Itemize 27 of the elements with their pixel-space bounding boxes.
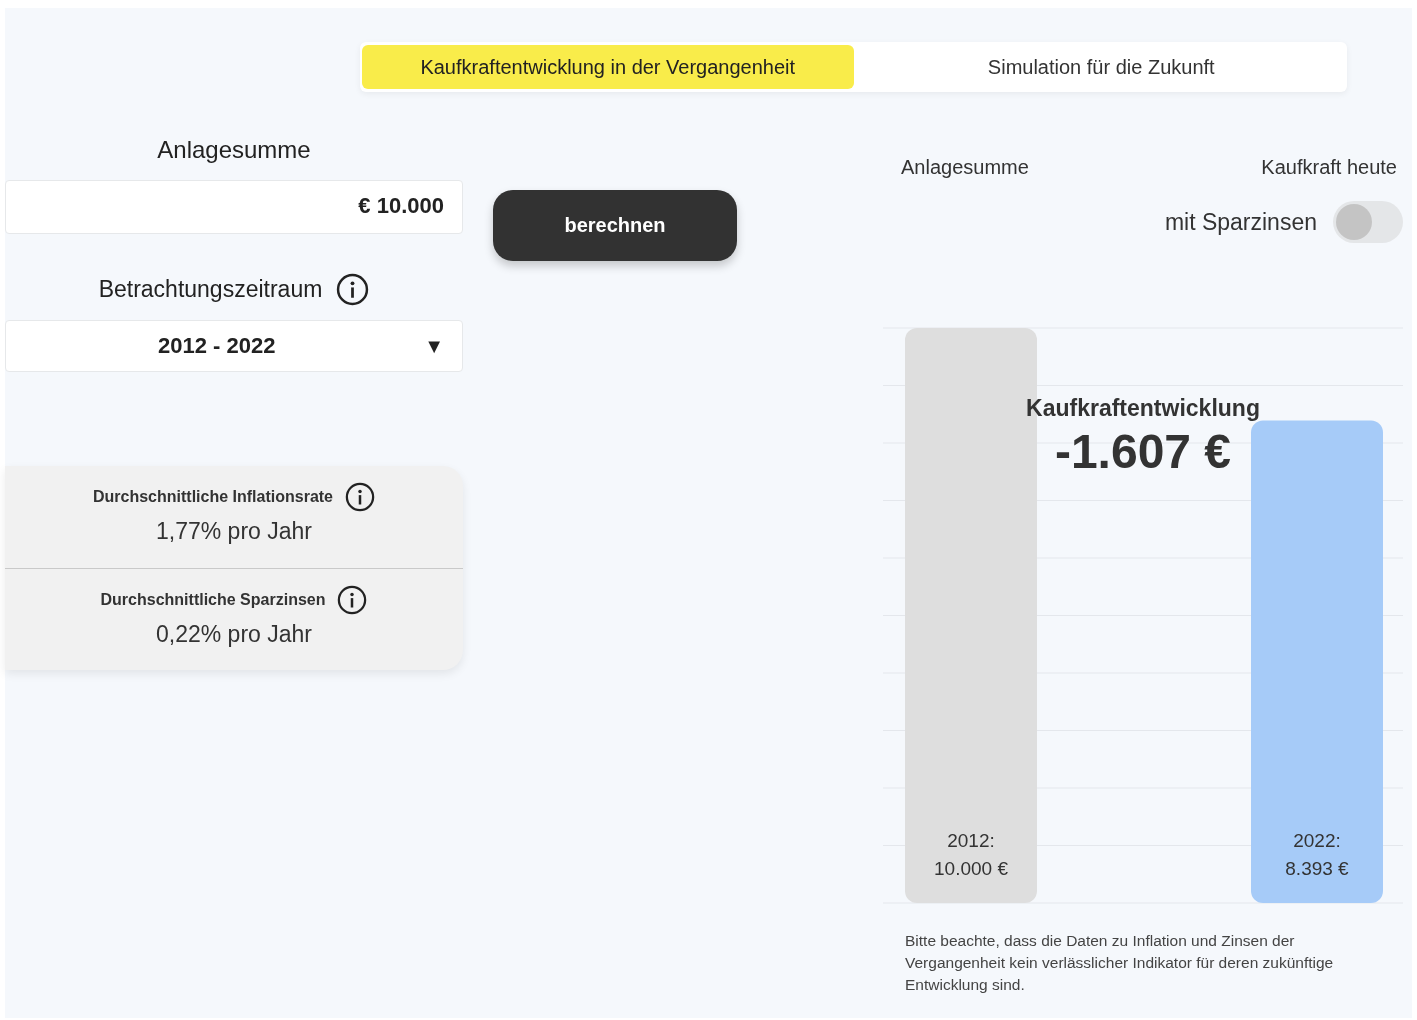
calculate-button[interactable]: berechnen: [493, 190, 737, 261]
bar-year-label: 2012: [947, 830, 990, 851]
info-icon[interactable]: [345, 482, 375, 512]
stat-value: 0,22% pro Jahr: [155, 621, 313, 648]
info-icon[interactable]: [337, 585, 368, 615]
result-title: Kaufkraftentwicklung: [1025, 395, 1261, 422]
label-colon: :: [1335, 830, 1341, 851]
column-label: Kaufkraft heute: [1261, 156, 1397, 179]
bar-value-label: 10.000 €: [933, 857, 1009, 881]
tab[interactable]: Simulation für die Zukunft: [855, 45, 1347, 89]
field-label: Betrachtungszeitraum: [98, 275, 323, 303]
tab[interactable]: Kaufkraftentwicklung in der Vergangenheit: [362, 45, 854, 89]
period-dropdown[interactable]: 2012 - 2022 ▼: [5, 320, 463, 372]
field-label: Anlagesumme: [156, 136, 312, 165]
disclaimer-text: Bitte beachte, dass die Daten zu Inflation und Zinsen der Vergangenheit kein verlässlicher Indikator für deren zukünftige Entwicklung sind.: [905, 931, 1335, 995]
result-value: -1.607 €: [1053, 424, 1233, 479]
label-colon: :: [989, 830, 995, 851]
toggle-label: mit Sparzinsen: [1164, 208, 1317, 236]
stat-label: Durchschnittliche Sparzinsen: [100, 591, 326, 609]
info-icon[interactable]: [336, 272, 370, 306]
toggle-switch[interactable]: [1333, 201, 1403, 243]
stat-value: 1,77% pro Jahr: [155, 518, 313, 545]
bar-year-label: 2022: [1293, 830, 1336, 851]
stat-label: Durchschnittliche Inflationsrate: [92, 488, 333, 506]
amount-field[interactable]: € 10.000: [5, 180, 463, 234]
bar-value-label: 8.393 €: [1284, 857, 1350, 881]
column-label: Anlagesumme: [901, 156, 1029, 179]
